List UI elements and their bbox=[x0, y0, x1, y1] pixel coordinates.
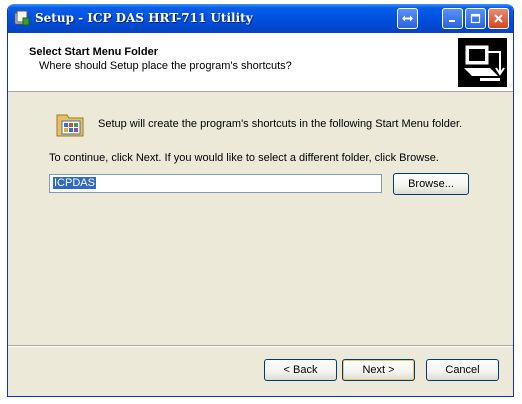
footer-separator bbox=[8, 345, 513, 347]
minimize-button[interactable] bbox=[442, 8, 463, 29]
maximize-button[interactable] bbox=[465, 8, 486, 29]
next-button[interactable]: Next > bbox=[342, 359, 415, 381]
start-menu-folder-icon bbox=[56, 114, 84, 137]
maximize-icon bbox=[470, 13, 481, 24]
restore-icon bbox=[402, 15, 413, 22]
restore-button[interactable] bbox=[397, 8, 418, 29]
minimize-icon bbox=[449, 20, 455, 22]
page-title: Select Start Menu Folder bbox=[29, 46, 158, 58]
start-menu-folder-input[interactable]: ICPDAS bbox=[49, 174, 382, 193]
setup-window: Setup - ICP DAS HRT-711 Utility Select S… bbox=[7, 4, 514, 397]
instruction-text: To continue, click Next. If you would li… bbox=[49, 152, 439, 164]
intro-text: Setup will create the program's shortcut… bbox=[98, 118, 463, 130]
folder-input-value: ICPDAS bbox=[53, 177, 96, 189]
page-subtitle: Where should Setup place the program's s… bbox=[39, 60, 292, 72]
wizard-header: Select Start Menu Folder Where should Se… bbox=[8, 33, 513, 92]
browse-button[interactable]: Browse... bbox=[393, 173, 469, 195]
back-button[interactable]: < Back bbox=[264, 359, 337, 381]
computer-install-icon bbox=[458, 38, 507, 87]
setup-app-icon bbox=[14, 10, 30, 26]
close-button[interactable] bbox=[488, 8, 509, 29]
window-title: Setup - ICP DAS HRT-711 Utility bbox=[35, 11, 253, 25]
close-icon bbox=[494, 14, 503, 23]
title-bar[interactable]: Setup - ICP DAS HRT-711 Utility bbox=[8, 4, 513, 33]
cancel-button[interactable]: Cancel bbox=[426, 359, 499, 381]
